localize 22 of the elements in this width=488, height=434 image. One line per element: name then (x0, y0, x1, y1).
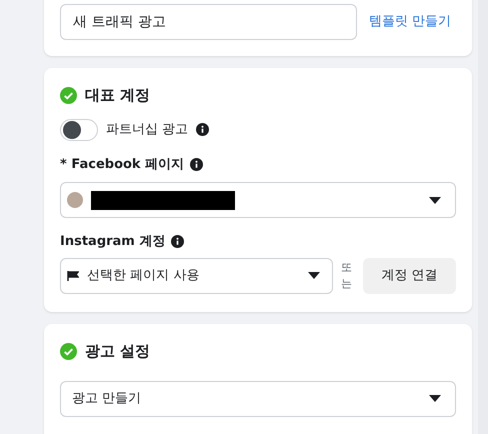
caret-icon (308, 272, 320, 279)
caret-icon (429, 395, 441, 402)
info-icon (190, 158, 204, 171)
page-avatar (67, 192, 83, 208)
name-field[interactable]: 새 트래픽 광고 (60, 4, 357, 40)
partnership-toggle[interactable] (60, 118, 98, 140)
or-text: 또는 (341, 260, 353, 291)
facebook-page-label: * Facebook 페이지 (60, 156, 184, 174)
template-link[interactable]: 템플릿 만들기 (369, 12, 452, 32)
facebook-page-select[interactable] (60, 182, 456, 218)
instagram-select-value: 선택한 페이지 사용 (87, 266, 200, 285)
caret-icon (429, 196, 441, 204)
flag-icon (67, 270, 79, 280)
partnership-label: 파트너십 광고 (106, 120, 188, 139)
info-icon (171, 235, 184, 248)
connect-account-button[interactable]: 계정 연결 (363, 258, 456, 294)
instagram-label: Instagram 계정 (60, 233, 166, 251)
info-icon (196, 123, 210, 136)
section-title: 광고 설정 (85, 341, 150, 362)
ad-setup-select[interactable]: 광고 만들기 (60, 380, 456, 416)
instagram-select[interactable]: 선택한 페이지 사용 (60, 258, 333, 294)
section-title: 대표 계정 (85, 85, 150, 106)
